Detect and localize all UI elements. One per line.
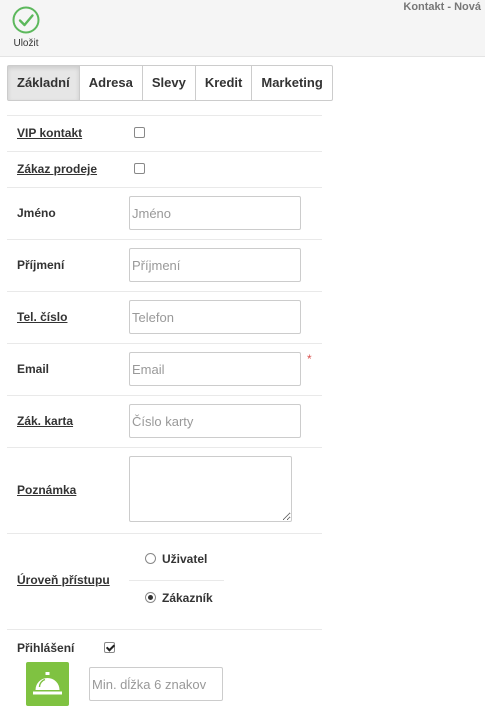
page-title: Kontakt - Nová xyxy=(403,1,481,13)
last-name-row: Příjmení xyxy=(7,239,322,291)
card-row: Zák. karta xyxy=(7,395,322,447)
required-marker: * xyxy=(307,352,312,366)
radio-user-label[interactable]: Uživatel xyxy=(162,552,207,566)
radio-customer[interactable] xyxy=(145,592,156,603)
first-name-row: Jméno xyxy=(7,187,322,239)
tab-marketing[interactable]: Marketing xyxy=(251,66,331,100)
card-input[interactable] xyxy=(129,404,301,438)
phone-input[interactable] xyxy=(129,300,301,334)
radio-customer-label[interactable]: Zákazník xyxy=(162,591,213,605)
toolbar: Uložit Kontakt - Nová xyxy=(0,0,485,57)
email-label: Email xyxy=(17,362,50,376)
radio-option-user[interactable]: Uživatel xyxy=(129,542,224,581)
tab-basic[interactable]: Základní xyxy=(8,66,79,100)
access-label[interactable]: Úroveň přístupu xyxy=(17,573,110,587)
login-bell-button[interactable] xyxy=(26,662,69,706)
note-label[interactable]: Poznámka xyxy=(17,483,76,497)
no-sale-row: Zákaz prodeje xyxy=(7,151,322,187)
first-name-input[interactable] xyxy=(129,196,301,230)
radio-user[interactable] xyxy=(145,553,156,564)
note-row: Poznámka xyxy=(7,447,322,533)
phone-row: Tel. číslo xyxy=(7,291,322,343)
card-label[interactable]: Zák. karta xyxy=(17,414,73,428)
tab-bar: Základní Adresa Slevy Kredit Marketing xyxy=(7,65,333,101)
tab-address[interactable]: Adresa xyxy=(78,66,142,100)
vip-checkbox[interactable] xyxy=(134,127,145,138)
email-row: Email * xyxy=(7,343,322,395)
access-radio-group: Uživatel Zákazník xyxy=(129,542,224,619)
no-sale-label[interactable]: Zákaz prodeje xyxy=(17,162,97,176)
login-checkbox[interactable] xyxy=(104,642,115,653)
vip-label[interactable]: VIP kontakt xyxy=(17,126,82,140)
save-label: Uložit xyxy=(13,38,39,49)
last-name-label: Příjmení xyxy=(17,258,65,272)
phone-label[interactable]: Tel. číslo xyxy=(17,310,67,324)
access-row: Úroveň přístupu Uživatel Zákazník xyxy=(7,533,322,629)
radio-option-customer[interactable]: Zákazník xyxy=(129,581,224,619)
check-circle-icon xyxy=(12,6,40,34)
save-button[interactable]: Uložit xyxy=(6,4,46,52)
tab-discounts[interactable]: Slevy xyxy=(141,66,195,100)
password-input[interactable] xyxy=(89,667,223,701)
first-name-label: Jméno xyxy=(17,206,56,220)
no-sale-checkbox[interactable] xyxy=(134,163,145,174)
email-input[interactable] xyxy=(129,352,301,386)
vip-row: VIP kontakt xyxy=(7,115,322,151)
tab-credit[interactable]: Kredit xyxy=(194,66,252,100)
note-textarea[interactable] xyxy=(129,456,292,522)
service-bell-icon xyxy=(33,672,62,695)
login-label: Přihlášení xyxy=(17,641,75,655)
last-name-input[interactable] xyxy=(129,248,301,282)
